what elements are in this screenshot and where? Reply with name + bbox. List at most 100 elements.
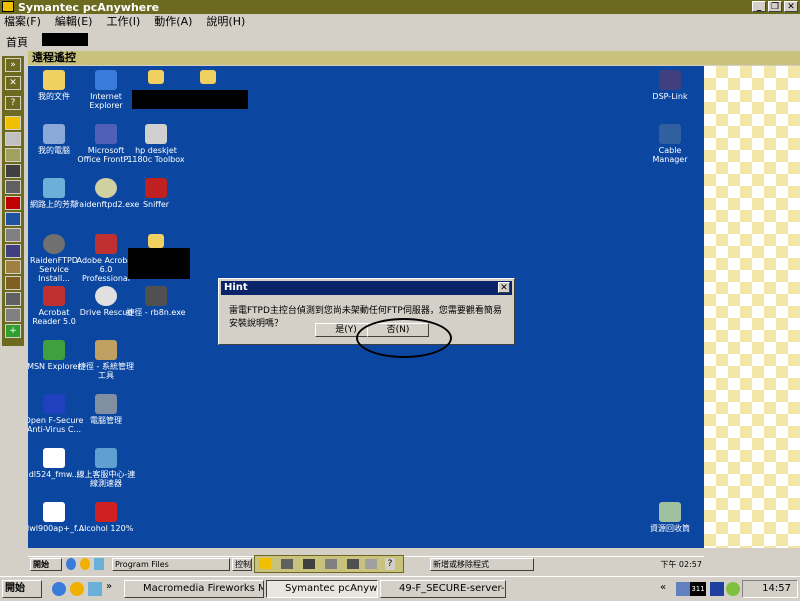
quicklaunch-icon-2[interactable]	[94, 558, 104, 570]
printer-icon	[145, 124, 167, 144]
remote-taskbar: 開始 Program Files 控制 ? 新增或移除程式 下午 02:57	[28, 555, 704, 573]
restore-button[interactable]: ❐	[768, 1, 782, 12]
checker-background	[704, 66, 800, 548]
desktop-icon-online-service[interactable]: 線上客服中心-連線測速器	[76, 448, 136, 488]
close-session-icon[interactable]: ✕	[5, 76, 21, 90]
remote-task-program-files[interactable]: Program Files	[112, 558, 230, 571]
local-taskbar: 開始 » Macromedia Fireworks M... Symantec …	[0, 576, 800, 601]
ie-icon[interactable]	[66, 558, 76, 570]
keyboard-icon[interactable]	[281, 559, 293, 569]
dialog-close-icon[interactable]: ✕	[498, 282, 510, 293]
add-icon[interactable]: +	[5, 324, 21, 338]
folder-icon	[43, 70, 65, 90]
end-session-icon[interactable]	[5, 196, 21, 210]
network-icon	[43, 178, 65, 198]
task-pcanywhere[interactable]: Symantec pcAnywhere	[266, 580, 378, 598]
acrobat-icon	[43, 286, 65, 306]
task-fireworks[interactable]: Macromedia Fireworks M...	[124, 580, 264, 598]
remote-task-add-remove[interactable]: 新增或移除程式	[430, 558, 534, 571]
menu-help[interactable]: 說明(H)	[206, 14, 245, 30]
clock: 14:57	[742, 580, 798, 598]
settings-icon[interactable]	[5, 228, 21, 242]
expand-icon[interactable]: »	[5, 58, 21, 72]
help-icon[interactable]: ?	[385, 558, 395, 570]
remote-control-icon[interactable]	[259, 558, 271, 569]
file-icon	[43, 448, 65, 468]
msn-icon	[43, 340, 65, 360]
keyboard-icon[interactable]	[5, 244, 21, 258]
tool-icon[interactable]	[303, 559, 315, 569]
screen-icon[interactable]	[5, 164, 21, 178]
dsp-link-icon	[659, 70, 681, 90]
menu-tasks[interactable]: 工作(I)	[106, 14, 140, 30]
highlight-ellipse	[356, 318, 452, 358]
menu-action[interactable]: 動作(A)	[154, 14, 192, 30]
redacted-block	[132, 90, 248, 109]
lifebuoy-icon	[95, 286, 117, 306]
quicklaunch-icon[interactable]	[80, 558, 90, 570]
fit-icon[interactable]	[365, 559, 377, 569]
desktop-icon-folder[interactable]	[126, 70, 186, 86]
remote-task-control[interactable]: 控制	[232, 558, 252, 571]
desktop-icon-sniffer[interactable]: Sniffer	[126, 178, 186, 209]
system-tray	[558, 559, 618, 570]
print-icon[interactable]	[5, 292, 21, 306]
ie-icon[interactable]	[52, 582, 66, 596]
desktop-icon-rb8n[interactable]: 捷徑 - rb8n.exe	[126, 286, 186, 317]
clipboard-icon[interactable]	[5, 260, 21, 274]
acrobat-icon	[95, 234, 117, 254]
menu-edit[interactable]: 編輯(E)	[55, 14, 93, 30]
menu-file[interactable]: 檔案(F)	[4, 14, 41, 30]
help-icon[interactable]: ?	[5, 96, 21, 110]
tray-expand-icon[interactable]: «	[660, 582, 674, 596]
fsecure-icon	[43, 394, 65, 414]
desktop-icon-sys-admin[interactable]: 捷徑 - 系統管理工具	[76, 340, 136, 380]
window-title: Symantec pcAnywhere	[18, 1, 160, 14]
window-titlebar: Symantec pcAnywhere _ ❐ ✕	[0, 0, 800, 14]
desktop-icon-cable-manager[interactable]: Cable Manager	[640, 124, 700, 164]
folder-icon	[200, 70, 216, 84]
tray-icon[interactable]	[726, 582, 740, 596]
tools-icon	[95, 340, 117, 360]
desktop-icon-dsp-link[interactable]: DSP-Link	[640, 70, 700, 101]
chat-icon[interactable]	[5, 276, 21, 290]
frontpage-icon	[95, 124, 117, 144]
start-button[interactable]: 開始	[2, 580, 42, 598]
globe-icon	[95, 448, 117, 468]
network-tray-icon[interactable]	[676, 582, 690, 596]
left-toolbar: » ✕ ? +	[2, 56, 24, 346]
refresh-icon[interactable]	[5, 180, 21, 194]
chevron-icon[interactable]: »	[106, 581, 120, 595]
close-button[interactable]: ✕	[784, 1, 798, 12]
folder-icon	[148, 234, 164, 248]
cd-icon	[95, 178, 117, 198]
home-link[interactable]: 首頁	[6, 34, 28, 50]
alcohol-icon	[95, 502, 117, 522]
ie-icon	[95, 70, 117, 90]
screen-icon[interactable]	[325, 559, 337, 569]
dialog-title: Hint	[224, 282, 248, 293]
remote-clock: 下午 02:57	[660, 560, 702, 569]
remote-start-button[interactable]: 開始	[30, 558, 62, 571]
desktop-icon-computer-mgmt[interactable]: 電腦管理	[76, 394, 136, 425]
record-icon[interactable]	[5, 308, 21, 322]
show-desktop-icon[interactable]	[88, 582, 102, 596]
remote-control-icon[interactable]	[5, 116, 21, 130]
desktop-icon-alcohol[interactable]: Alcohol 120%	[76, 502, 136, 533]
quicklaunch-icon[interactable]	[70, 582, 84, 596]
desktop-icon-hp[interactable]: hp deskjet 1180c Toolbox	[126, 124, 186, 164]
edit-icon[interactable]	[347, 559, 359, 569]
shortcut-icon	[145, 286, 167, 306]
tool-icon[interactable]	[5, 148, 21, 162]
monitor-icon[interactable]	[5, 212, 21, 226]
desktop-icon-recycle-bin[interactable]: 資源回收筒	[640, 502, 700, 533]
sniffer-icon	[145, 178, 167, 198]
task-fsecure-folder[interactable]: 49-F_SECURE-server-5.5...	[380, 580, 506, 598]
minimize-button[interactable]: _	[752, 1, 766, 12]
file-transfer-icon[interactable]	[5, 132, 21, 146]
fsecure-tray-icon[interactable]	[710, 582, 724, 596]
desktop-icon-folder-2[interactable]	[178, 70, 238, 86]
computer-icon	[43, 124, 65, 144]
tray-badge[interactable]: 311	[690, 582, 706, 596]
folder-icon	[148, 70, 164, 84]
